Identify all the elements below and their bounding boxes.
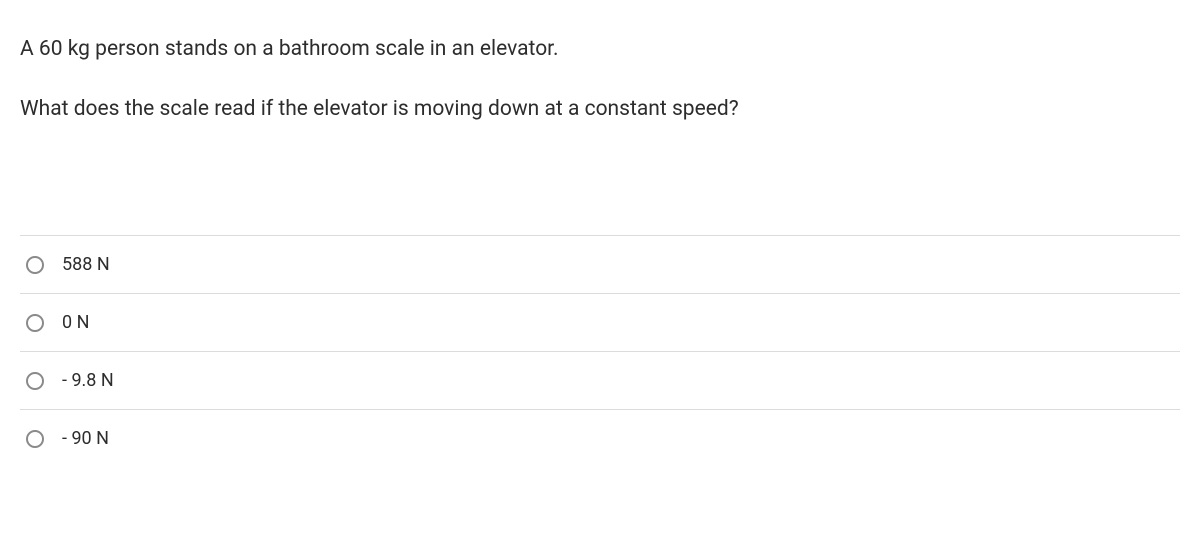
radio-icon [26,314,44,332]
option-label: - 9.8 N [62,370,114,391]
option-row-0[interactable]: 588 N [20,235,1180,293]
option-row-1[interactable]: 0 N [20,293,1180,351]
option-row-3[interactable]: - 90 N [20,409,1180,467]
question-container: A 60 kg person stands on a bathroom scal… [0,0,1200,125]
question-line-1: A 60 kg person stands on a bathroom scal… [20,34,1180,66]
question-line-2: What does the scale read if the elevator… [20,94,1180,126]
radio-icon [26,372,44,390]
option-label: 588 N [62,254,110,275]
question-text: A 60 kg person stands on a bathroom scal… [20,34,1180,125]
radio-icon [26,430,44,448]
options-container: 588 N 0 N - 9.8 N - 90 N [0,235,1200,467]
radio-icon [26,256,44,274]
option-label: 0 N [62,312,89,333]
option-row-2[interactable]: - 9.8 N [20,351,1180,409]
option-label: - 90 N [62,428,109,449]
